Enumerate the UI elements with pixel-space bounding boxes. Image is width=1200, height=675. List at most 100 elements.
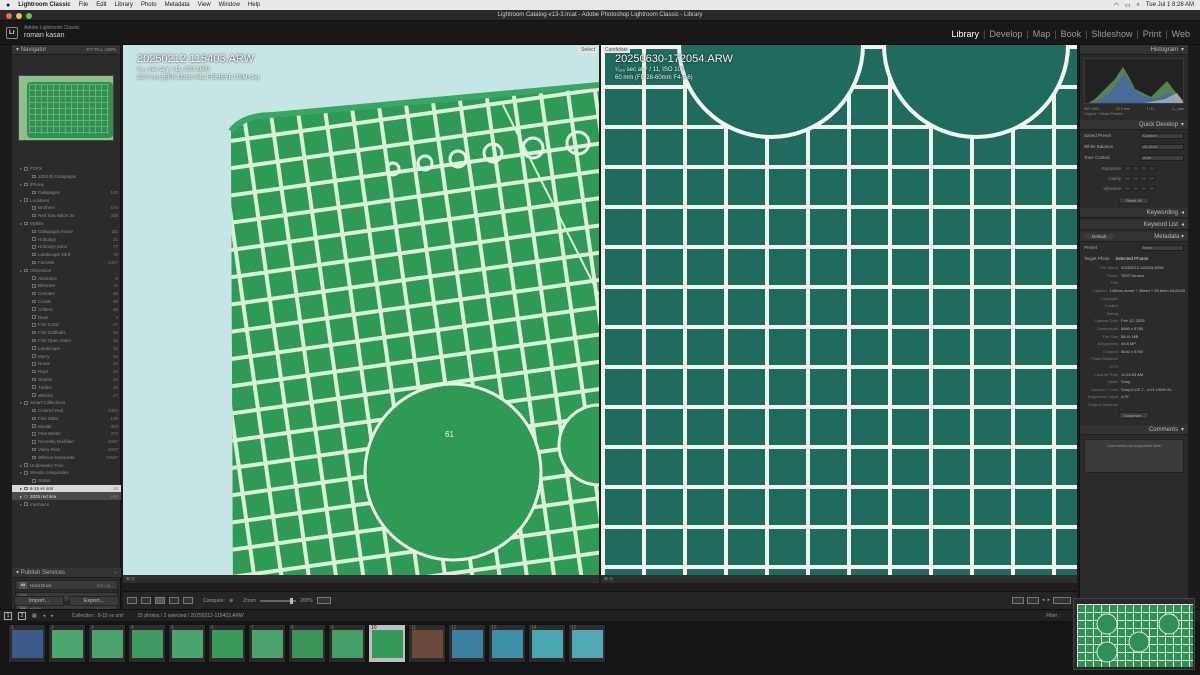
histogram[interactable] — [1084, 58, 1184, 104]
filmstrip-thumbnail[interactable]: 11 — [408, 624, 446, 663]
prev-icon[interactable]: ◂ — [1042, 597, 1045, 604]
collection-item[interactable]: ▸ Wesslo composites — [12, 469, 121, 477]
filmstrip-thumbnail[interactable]: 15 — [568, 624, 606, 663]
loupe-view-icon[interactable] — [141, 597, 151, 604]
saved-preset-select[interactable]: Custom — [1140, 132, 1184, 139]
menu-help[interactable]: Help — [248, 2, 260, 8]
menu-metadata[interactable]: Metadata — [165, 2, 190, 8]
collection-item[interactable]: Fish Oddballs 40 — [12, 329, 121, 337]
clarity-up-small[interactable] — [1140, 175, 1147, 181]
collection-item[interactable]: Galapagos 182 — [12, 188, 121, 196]
collection-item[interactable]: ▸ 8-15 vs sml 15 — [12, 484, 121, 493]
filmstrip-thumbnail[interactable]: 5 — [168, 624, 206, 663]
metadata-header[interactable]: Default Metadata ▾ — [1080, 232, 1188, 242]
lock-icon-2[interactable]: ⊠ ⊟ — [604, 576, 613, 582]
apple-icon[interactable]: ● — [6, 2, 10, 9]
collection-item[interactable]: Five Stars 129 — [12, 415, 121, 423]
collection-item[interactable]: Galapagos movie 111 — [12, 227, 121, 235]
collection-item[interactable]: Critters 68 — [12, 305, 121, 313]
back-icon[interactable]: ◂ — [43, 613, 46, 619]
collection-item[interactable]: Corals 98 — [12, 298, 121, 306]
collection-item[interactable]: ▸ meshaice — [12, 500, 121, 508]
metadata-value[interactable]: 49.8 MP — [1121, 341, 1136, 346]
collection-item[interactable]: ▸ FCPX — [12, 165, 121, 173]
candidate-photo[interactable]: Candidate 20250630-172054.ARW ¹⁄₁₀₀ sec … — [601, 45, 1077, 583]
collection-item[interactable]: Hobovpy pano 77 — [12, 243, 121, 251]
collection-item[interactable]: Nurse 34 — [12, 360, 121, 368]
collection-item[interactable]: ▸ Underwater Polo — [12, 461, 121, 469]
clock[interactable]: Tue Jul 1 8:28 AM — [1146, 2, 1194, 8]
collection-item[interactable]: Recently Modified 3347 — [12, 438, 121, 446]
auto-tone-button[interactable]: Auto — [1140, 154, 1184, 161]
collection-item[interactable]: Without Keywords 73627 — [12, 453, 121, 461]
people-view-icon[interactable] — [183, 597, 193, 604]
keywording-header[interactable]: Keywording ◂ — [1080, 208, 1188, 218]
vibrance-down-button[interactable] — [1124, 185, 1131, 191]
menu-app-name[interactable]: Lightroom Classic — [18, 2, 70, 8]
clarity-up-button[interactable] — [1148, 175, 1155, 181]
collection-item[interactable]: Abstracts 8 — [12, 274, 121, 282]
white-balance-select[interactable]: As Shot — [1140, 143, 1184, 150]
collection-item[interactable]: Turtles 20 — [12, 383, 121, 391]
collection-item[interactable]: Substi — [12, 477, 121, 485]
metadata-value[interactable]: TEST lenses — [1121, 273, 1144, 278]
grid-view-icon[interactable] — [127, 597, 137, 604]
reset-all-button[interactable]: Reset All — [1119, 197, 1149, 204]
module-library[interactable]: Library — [951, 29, 979, 39]
metadata-value[interactable]: 4.97 — [1121, 394, 1129, 399]
comments-header[interactable]: Comments ▾ — [1080, 425, 1188, 436]
module-slideshow[interactable]: Slideshow — [1091, 29, 1132, 39]
collection-item[interactable]: ▸ 2025 red sea 556 — [12, 492, 121, 501]
collection-item[interactable]: Rays 22 — [12, 368, 121, 376]
filmstrip-thumbnail[interactable]: 13 — [488, 624, 526, 663]
select-photo[interactable]: 61 Select 20250212-115403.ARW ¹⁄₁₀₀ sec … — [123, 45, 599, 583]
menu-library[interactable]: Library — [115, 2, 133, 8]
vibrance-up-small[interactable] — [1140, 185, 1147, 191]
compare-view-icon[interactable] — [155, 597, 165, 604]
metadata-preset-select[interactable]: Default — [1084, 234, 1115, 239]
exposure-down-small[interactable] — [1132, 165, 1139, 171]
link-focus-icon[interactable]: ⊕ — [229, 598, 233, 604]
collection-item[interactable]: Hobobpy 21 — [12, 235, 121, 243]
module-map[interactable]: Map — [1033, 29, 1051, 39]
publish-services-header[interactable]: ▾ Publish Services + — [12, 568, 121, 578]
metadata-value[interactable]: 20250212-115403.ARW — [1121, 265, 1164, 270]
filmstrip-thumbnail[interactable]: 10 — [368, 624, 406, 663]
secondary-display-preview[interactable] — [1073, 598, 1195, 670]
metadata-value[interactable]: 11:54:03 AM — [1121, 372, 1143, 377]
minimize-icon[interactable] — [16, 13, 22, 19]
filter-label[interactable]: Filter : — [1046, 613, 1060, 619]
vibrance-up-button[interactable] — [1148, 185, 1155, 191]
menu-window[interactable]: Window — [219, 2, 240, 8]
keyword-list-header[interactable]: Keyword List ◂ — [1080, 220, 1188, 230]
zoom-slider[interactable] — [259, 597, 296, 604]
navigator-preview[interactable] — [18, 75, 114, 141]
menu-photo[interactable]: Photo — [141, 2, 157, 8]
add-service-icon[interactable]: + — [114, 570, 117, 575]
module-print[interactable]: Print — [1143, 29, 1162, 39]
clarity-down-small[interactable] — [1132, 175, 1139, 181]
survey-view-icon[interactable] — [169, 597, 179, 604]
menu-file[interactable]: File — [79, 2, 89, 8]
collection-item[interactable]: ▸ Locations — [12, 196, 121, 204]
exposure-up-small[interactable] — [1140, 165, 1147, 171]
exposure-up-button[interactable] — [1148, 165, 1155, 171]
vibrance-down-small[interactable] — [1132, 185, 1139, 191]
filmstrip-thumbnail[interactable]: 2 — [48, 624, 86, 663]
clarity-down-button[interactable] — [1124, 175, 1131, 181]
forward-icon[interactable]: ▸ — [51, 613, 54, 619]
collection-item[interactable]: Past Month 472 — [12, 430, 121, 438]
close-icon[interactable] — [6, 13, 12, 19]
main-window-button[interactable]: 1 — [4, 611, 12, 620]
module-web[interactable]: Web — [1172, 29, 1190, 39]
navigator-header[interactable]: ▾ Navigator FIT FILL 100% — [12, 45, 120, 55]
collection-item[interactable]: Colored Red 2404 — [12, 407, 121, 415]
filmstrip-thumbnail[interactable]: 12 — [448, 624, 486, 663]
menu-view[interactable]: View — [198, 2, 211, 8]
metadata-value[interactable]: Sony ILCE-7...4 f/1 USM+2x — [1121, 387, 1171, 392]
zoom-icon[interactable] — [26, 13, 32, 19]
collection-item[interactable]: Fish Coral 37 — [12, 321, 121, 329]
histogram-header[interactable]: Histogram ▾ — [1080, 45, 1188, 55]
grid-icon[interactable]: ▦ — [32, 613, 37, 619]
collection-item[interactable]: Fish Open Swim 42 — [12, 337, 121, 345]
